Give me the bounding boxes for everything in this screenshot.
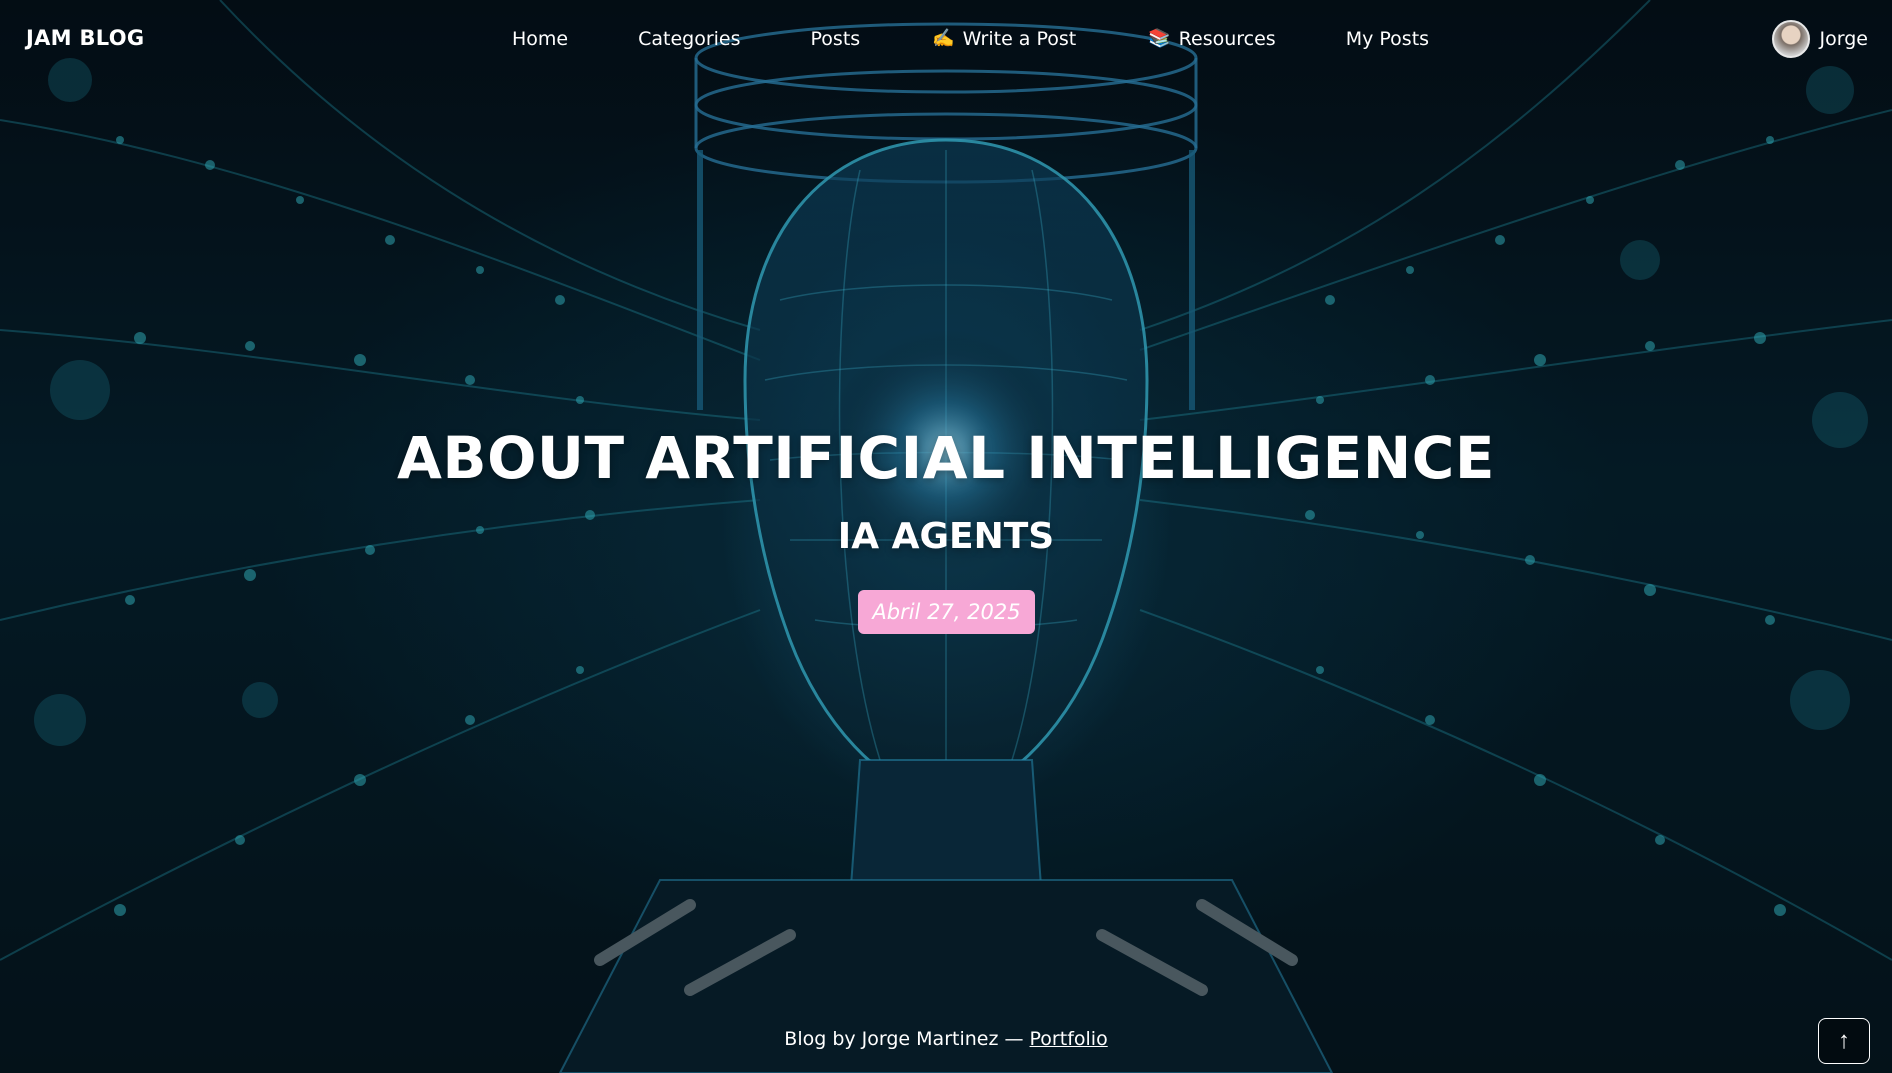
nav-item-categories[interactable]: Categories <box>638 28 740 50</box>
portfolio-link[interactable]: Portfolio <box>1030 1028 1108 1050</box>
navbar: JAM BLOG Home Categories Posts ✍️ Write … <box>0 0 1892 82</box>
user-menu[interactable]: Jorge <box>1771 20 1868 58</box>
page-subtitle: IA AGENTS <box>837 516 1055 557</box>
footer-text: Blog by Jorge Martinez — <box>784 1028 1030 1050</box>
footer: Blog by Jorge Martinez — Portfolio <box>0 1028 1892 1050</box>
hero-section: JAM BLOG Home Categories Posts ✍️ Write … <box>0 0 1892 1073</box>
books-icon: 📚 <box>1148 28 1171 49</box>
nav-item-my-posts[interactable]: My Posts <box>1346 28 1429 50</box>
nav-item-posts[interactable]: Posts <box>811 28 861 50</box>
writing-hand-icon: ✍️ <box>932 28 955 49</box>
nav-item-label: Categories <box>638 28 741 50</box>
back-to-top-button[interactable]: ↑ <box>1818 1018 1870 1064</box>
avatar <box>1771 20 1810 58</box>
nav-item-home[interactable]: Home <box>512 28 568 50</box>
nav-item-label: My Posts <box>1345 28 1430 50</box>
nav-links: Home Categories Posts ✍️ Write a Post 📚 … <box>512 28 1429 50</box>
user-name: Jorge <box>1819 28 1868 50</box>
brand-logo[interactable]: JAM BLOG <box>26 26 144 50</box>
nav-item-label: Resources <box>1178 28 1276 50</box>
nav-item-write-a-post[interactable]: ✍️ Write a Post <box>932 28 1076 50</box>
arrow-up-icon: ↑ <box>1838 1027 1850 1054</box>
nav-item-label: Posts <box>810 28 861 50</box>
nav-item-resources[interactable]: 📚 Resources <box>1148 28 1275 50</box>
nav-item-label: Home <box>512 28 569 50</box>
nav-item-label: Write a Post <box>962 28 1077 50</box>
date-badge: Abril 27, 2025 <box>858 590 1035 634</box>
page-title: ABOUT ARTIFICIAL INTELLIGENCE <box>397 424 1495 492</box>
